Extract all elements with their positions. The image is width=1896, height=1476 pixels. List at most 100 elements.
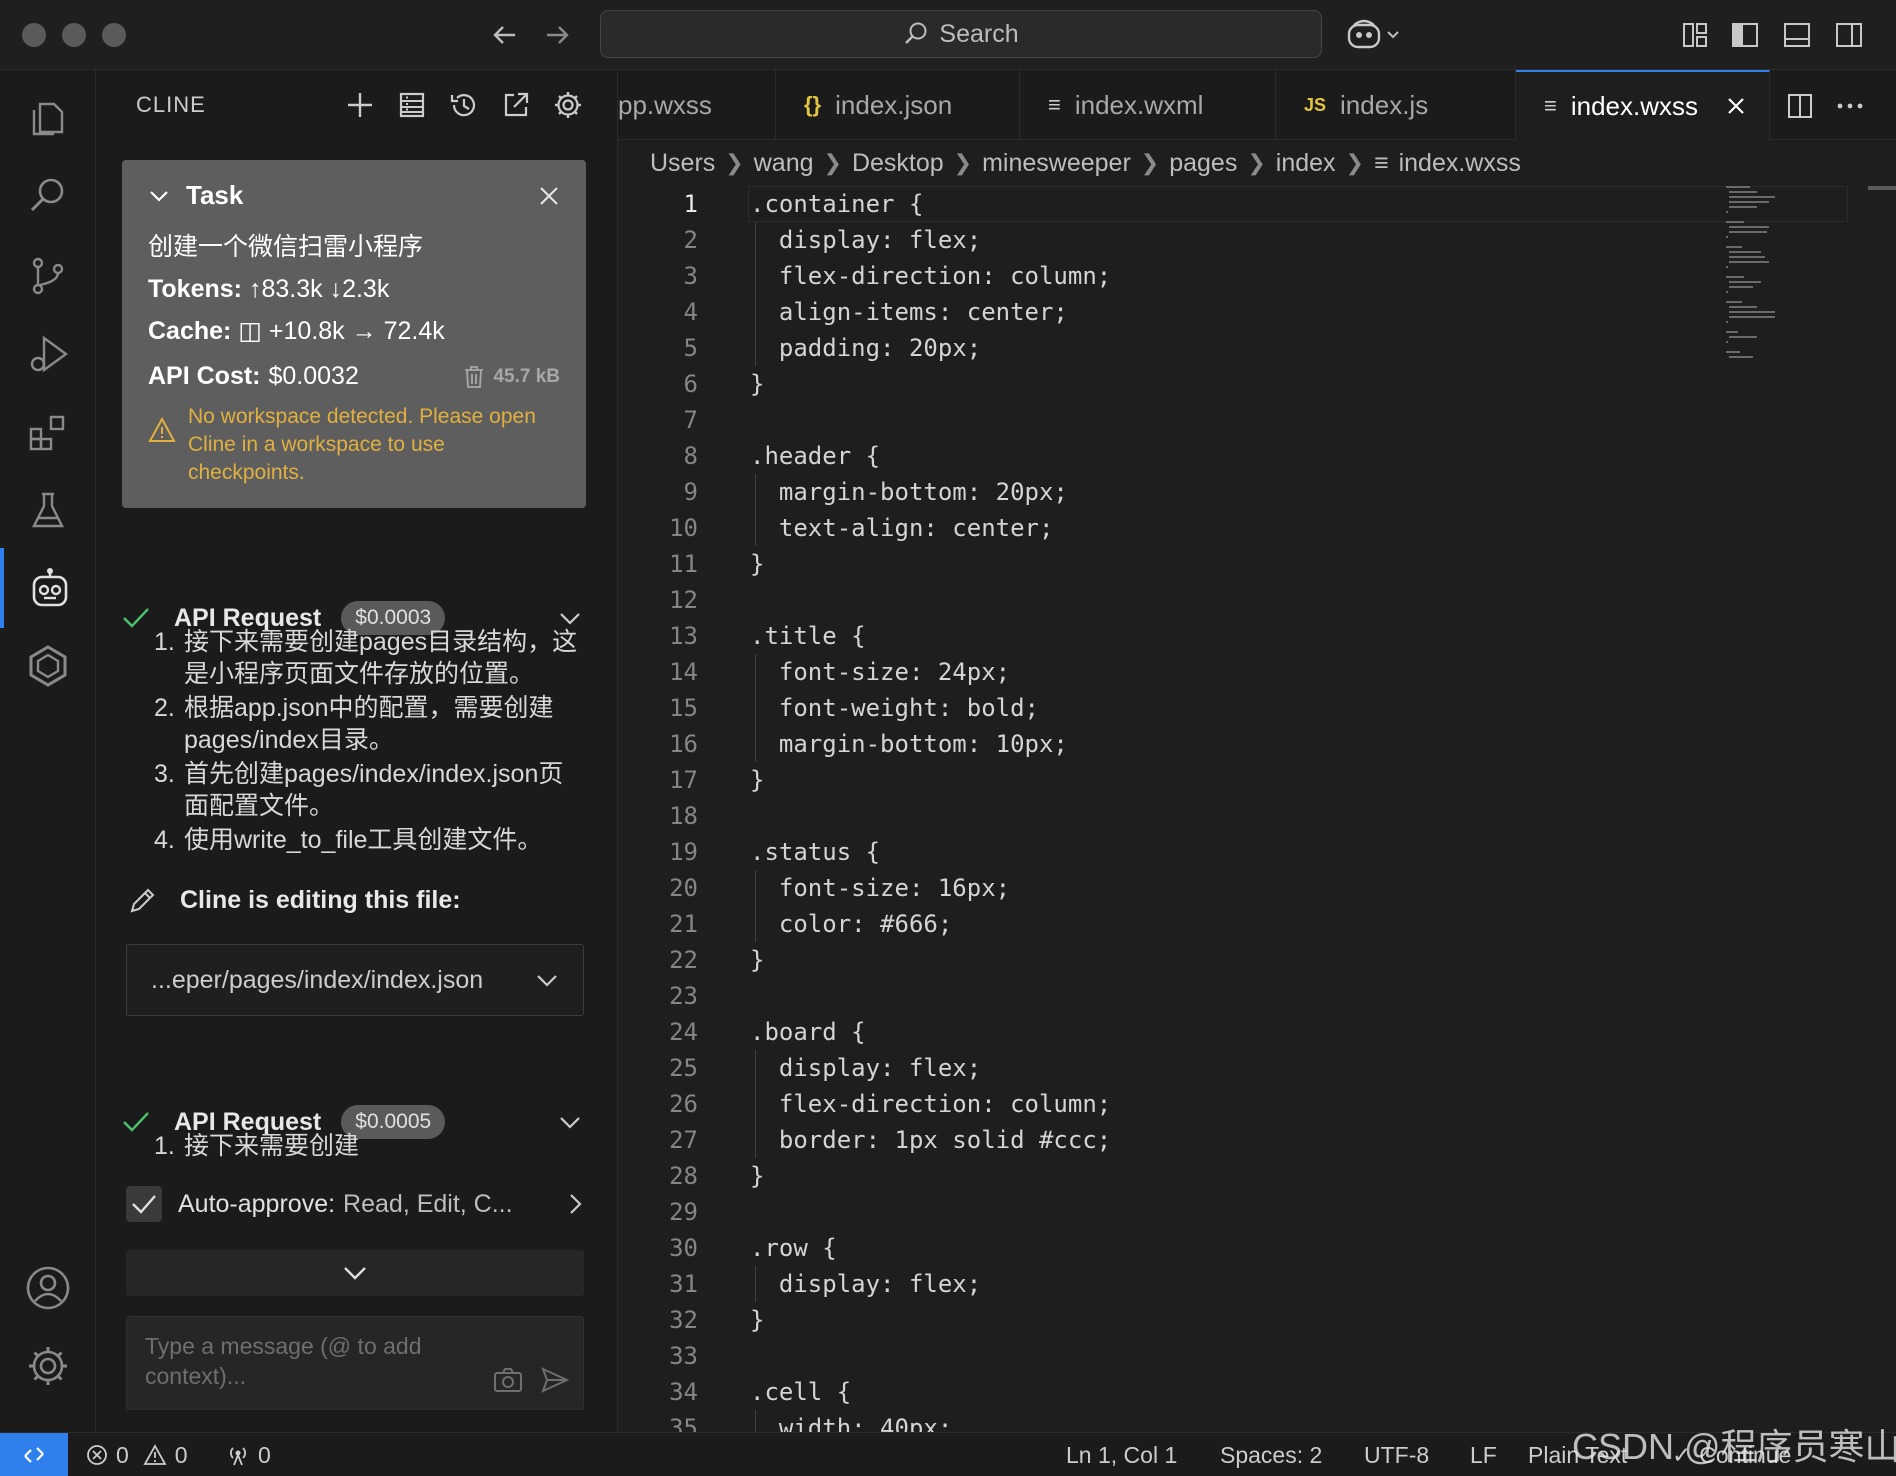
cursor-position[interactable]: Ln 1, Col 1 — [1066, 1433, 1177, 1476]
zoom-window-button[interactable] — [102, 23, 126, 47]
tab-app-wxss[interactable]: pp.wxss — [618, 70, 776, 140]
history-icon[interactable] — [444, 85, 484, 125]
close-window-button[interactable] — [22, 23, 46, 47]
forward-arrow-icon[interactable] — [538, 16, 576, 54]
back-arrow-icon[interactable] — [486, 16, 524, 54]
code-line[interactable]: 1 .container { — [618, 186, 1718, 222]
code-line[interactable]: 31 display: flex; — [618, 1266, 1718, 1302]
breadcrumb-item[interactable]: index.wxss — [1399, 149, 1521, 178]
tab-index-wxss[interactable]: ≡ index.wxss — [1516, 70, 1770, 140]
camera-icon[interactable] — [493, 1367, 523, 1393]
editing-file-dropdown[interactable]: ...eper/pages/index/index.json — [126, 944, 584, 1016]
split-editor-icon[interactable] — [1780, 86, 1820, 126]
source-control-icon[interactable] — [0, 236, 96, 316]
run-debug-icon[interactable] — [0, 314, 96, 394]
encoding[interactable]: UTF-8 — [1364, 1433, 1429, 1476]
code-line[interactable]: 22} — [618, 942, 1718, 978]
close-tab-icon[interactable] — [1726, 96, 1746, 116]
minimap-line — [1729, 261, 1769, 263]
breadcrumb-item[interactable]: Users — [650, 149, 715, 178]
auto-approve-row[interactable]: Auto-approve: Read, Edit, C... — [126, 1182, 586, 1226]
toggle-primary-sidebar-icon[interactable] — [1726, 16, 1764, 54]
problems-indicator[interactable]: 0 0 — [86, 1433, 188, 1476]
ports-indicator[interactable]: 0 — [226, 1433, 271, 1476]
line-number: 28 — [669, 1162, 698, 1190]
search-icon[interactable] — [0, 156, 96, 236]
code-line[interactable]: 9 margin-bottom: 20px; — [618, 474, 1718, 510]
chevron-down-icon[interactable] — [148, 185, 170, 207]
code-line[interactable]: 35 width: 40px; — [618, 1410, 1718, 1432]
code-line[interactable]: 12 — [618, 582, 1718, 618]
end-of-line[interactable]: LF — [1470, 1433, 1497, 1476]
hexagon-extension-icon[interactable] — [0, 626, 96, 706]
command-center-search[interactable]: Search — [600, 10, 1322, 58]
settings-gear-icon[interactable] — [548, 85, 588, 125]
tokens-down: 2.3k — [342, 275, 390, 303]
code-line[interactable]: 18 — [618, 798, 1718, 834]
copilot-menu-icon[interactable] — [1344, 16, 1408, 54]
open-in-editor-icon[interactable] — [496, 85, 536, 125]
tab-index-js[interactable]: JS index.js — [1276, 70, 1516, 140]
explorer-icon[interactable] — [0, 78, 96, 158]
code-line[interactable]: 29 — [618, 1194, 1718, 1230]
code-line[interactable]: 25 display: flex; — [618, 1050, 1718, 1086]
code-line[interactable]: 24 .board { — [618, 1014, 1718, 1050]
code-line[interactable]: 20 font-size: 16px; — [618, 870, 1718, 906]
code-line[interactable]: 27 border: 1px solid #ccc; — [618, 1122, 1718, 1158]
chat-input[interactable]: Type a message (@ to add context)... — [126, 1316, 584, 1410]
customize-layout-icon[interactable] — [1676, 16, 1714, 54]
code-editor[interactable]: 1 .container {2 display: flex; 3 flex-dire… — [618, 186, 1878, 1432]
code-line[interactable]: 23 — [618, 978, 1718, 1014]
indentation[interactable]: Spaces: 2 — [1220, 1433, 1322, 1476]
code-line[interactable]: 26 flex-direction: column; — [618, 1086, 1718, 1122]
code-line[interactable]: 19 .status { — [618, 834, 1718, 870]
code-line[interactable]: 13 .title { — [618, 618, 1718, 654]
toggle-panel-icon[interactable] — [1778, 16, 1816, 54]
tab-index-wxml[interactable]: ≡ index.wxml — [1020, 70, 1276, 140]
testing-flask-icon[interactable] — [0, 470, 96, 550]
breadcrumb-item[interactable]: minesweeper — [982, 149, 1131, 178]
breadcrumb-item[interactable]: wang — [754, 149, 814, 178]
code-line[interactable]: 32} — [618, 1302, 1718, 1338]
code-line[interactable]: 7 — [618, 402, 1718, 438]
scroll-to-bottom-button[interactable] — [126, 1250, 584, 1296]
new-task-plus-icon[interactable] — [340, 85, 380, 125]
close-task-icon[interactable] — [538, 185, 560, 207]
remote-indicator[interactable] — [0, 1433, 68, 1476]
auto-approve-checkbox[interactable] — [126, 1186, 162, 1222]
cline-robot-icon[interactable] — [0, 548, 96, 628]
breadcrumb-item[interactable]: Desktop — [852, 149, 944, 178]
tab-index-json[interactable]: {} index.json — [776, 70, 1020, 140]
code-line[interactable]: 16 margin-bottom: 10px; — [618, 726, 1718, 762]
editor-scrollbar[interactable] — [1868, 186, 1896, 190]
code-line[interactable]: 28} — [618, 1158, 1718, 1194]
code-line[interactable]: 8 .header { — [618, 438, 1718, 474]
delete-task-button[interactable]: 45.7 kB — [463, 365, 560, 389]
code-line[interactable]: 4 align-items: center; — [618, 294, 1718, 330]
minimap[interactable] — [1726, 186, 1796, 416]
code-line[interactable]: 30 .row { — [618, 1230, 1718, 1266]
mcp-servers-icon[interactable] — [392, 85, 432, 125]
manage-gear-icon[interactable] — [0, 1326, 96, 1406]
accounts-icon[interactable] — [0, 1248, 96, 1328]
code-line[interactable]: 33 — [618, 1338, 1718, 1374]
code-line[interactable]: 10 text-align: center; — [618, 510, 1718, 546]
code-line[interactable]: 21 color: #666; — [618, 906, 1718, 942]
breadcrumb-item[interactable]: pages — [1169, 149, 1237, 178]
code-line[interactable]: 14 font-size: 24px; — [618, 654, 1718, 690]
more-actions-icon[interactable] — [1830, 86, 1870, 126]
code-line[interactable]: 11} — [618, 546, 1718, 582]
breadcrumb-item[interactable]: index — [1276, 149, 1336, 178]
code-line[interactable]: 5 padding: 20px; — [618, 330, 1718, 366]
send-icon[interactable] — [541, 1367, 569, 1393]
code-line[interactable]: 2 display: flex; — [618, 222, 1718, 258]
code-line[interactable]: 6} — [618, 366, 1718, 402]
extensions-icon[interactable] — [0, 392, 96, 472]
code-line[interactable]: 17} — [618, 762, 1718, 798]
line-number: 31 — [669, 1270, 698, 1298]
code-line[interactable]: 3 flex-direction: column; — [618, 258, 1718, 294]
minimize-window-button[interactable] — [62, 23, 86, 47]
code-line[interactable]: 34 .cell { — [618, 1374, 1718, 1410]
code-line[interactable]: 15 font-weight: bold; — [618, 690, 1718, 726]
toggle-secondary-sidebar-icon[interactable] — [1830, 16, 1868, 54]
